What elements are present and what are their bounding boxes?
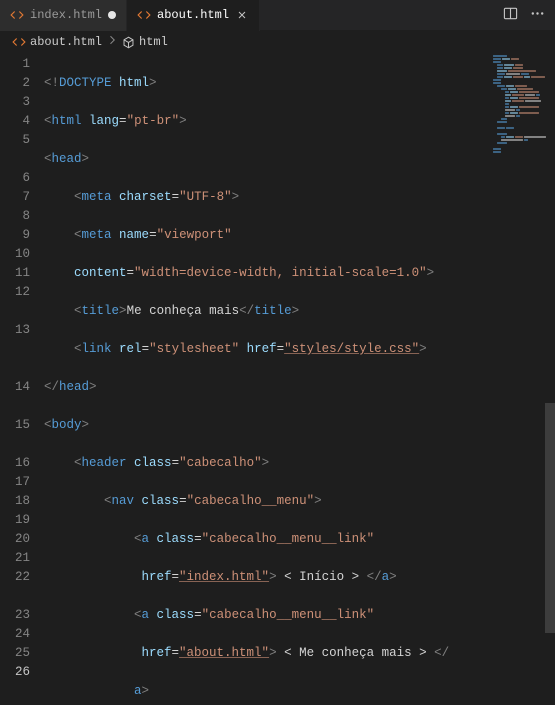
editor[interactable]: 1 2 3 4 5 6 7 8 9 10 11 12 13 14 15 16 1… — [0, 53, 555, 705]
html-file-icon — [137, 8, 151, 22]
chevron-right-icon — [106, 34, 118, 50]
scrollbar-thumb[interactable] — [545, 403, 555, 633]
symbol-icon — [122, 36, 135, 49]
vertical-scrollbar[interactable] — [543, 53, 555, 693]
split-editor-icon[interactable] — [503, 6, 518, 25]
html-file-icon — [12, 35, 26, 49]
tab-about-html[interactable]: about.html — [127, 0, 260, 31]
breadcrumb-file: about.html — [30, 35, 102, 49]
close-tab-icon[interactable] — [235, 8, 249, 22]
modified-dot-icon — [108, 11, 116, 19]
tab-label: index.html — [30, 8, 102, 22]
breadcrumb-symbol: html — [139, 35, 168, 49]
editor-actions — [493, 6, 555, 25]
tab-label: about.html — [157, 8, 229, 22]
more-actions-icon[interactable] — [530, 6, 545, 25]
line-number-gutter: 1 2 3 4 5 6 7 8 9 10 11 12 13 14 15 16 1… — [0, 53, 44, 705]
tab-index-html[interactable]: index.html — [0, 0, 127, 31]
breadcrumb[interactable]: about.html html — [0, 31, 555, 53]
html-file-icon — [10, 8, 24, 22]
code-area[interactable]: <!DOCTYPE html> <html lang="pt-br"> <hea… — [44, 53, 555, 705]
tab-bar: index.html about.html — [0, 0, 555, 31]
